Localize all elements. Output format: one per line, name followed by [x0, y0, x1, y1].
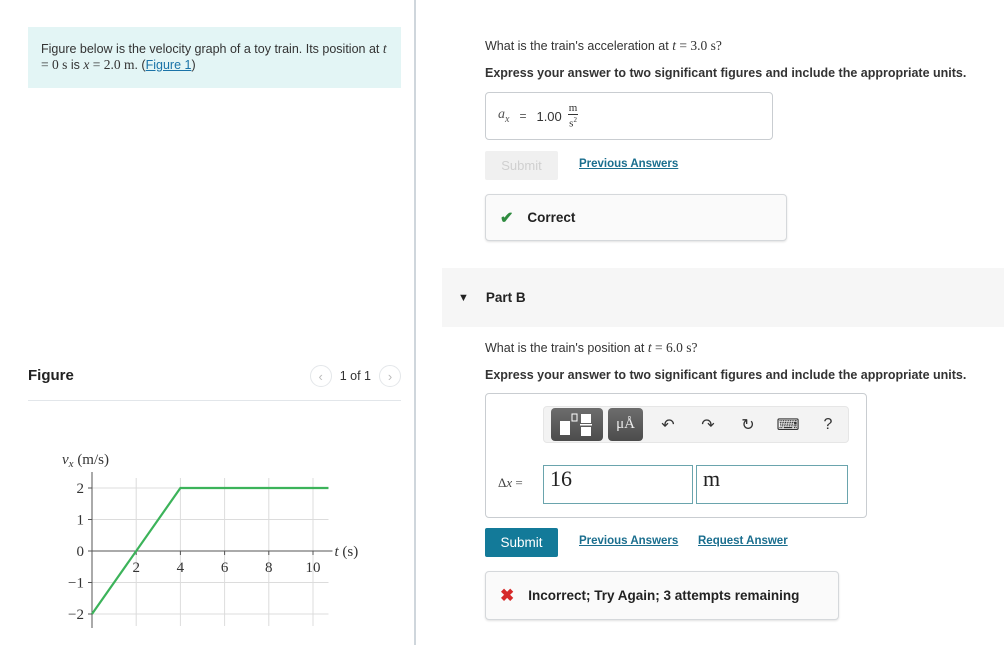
x-tick-label: 8 [265, 560, 273, 576]
part-a-question-text: What is the train's acceleration at [485, 39, 673, 53]
part-b-submit-button[interactable]: Submit [485, 528, 558, 557]
intro-math-x: x = 2.0 m [83, 57, 134, 72]
part-a-feedback-text: Correct [527, 210, 576, 225]
part-a-question-math: t = 3.0 s? [672, 38, 722, 53]
y-tick-label: −1 [68, 576, 84, 592]
chevron-right-icon: › [387, 368, 393, 384]
templates-button[interactable] [551, 408, 603, 441]
part-a-feedback: ✔ Correct [485, 194, 787, 241]
math-toolbar: μÅ ↶ ↷ ↻ ⌨ ? [543, 406, 849, 443]
redo-icon[interactable]: ↷ [688, 415, 728, 435]
help-icon[interactable]: ? [808, 416, 848, 434]
chevron-left-icon: ‹ [318, 368, 323, 384]
intro-text-suffix: . ( [134, 58, 146, 72]
part-a-submit-button: Submit [485, 151, 558, 180]
answer-units-input[interactable]: m [696, 465, 848, 504]
y-tick-label: 0 [77, 544, 85, 560]
part-a-answer-value: 1.00 [536, 108, 562, 124]
request-answer-link[interactable]: Request Answer [698, 535, 788, 547]
part-b-question-math: t = 6.0 s? [648, 340, 698, 355]
undo-icon[interactable]: ↶ [648, 415, 688, 435]
y-tick-label: 2 [77, 481, 85, 497]
next-figure-button[interactable]: › [379, 365, 401, 387]
x-icon: ✖ [500, 585, 515, 605]
part-a-var-name: a [498, 107, 505, 123]
part-b-feedback-text: Incorrect; Try Again; 3 attempts remaini… [528, 588, 800, 603]
prev-figure-button[interactable]: ‹ [309, 365, 332, 387]
right-panel: What is the train's acceleration at t = … [416, 0, 1004, 645]
part-b-question-text: What is the train's position at [485, 341, 648, 355]
part-a-answer-units: m s2 [567, 101, 579, 130]
part-b-equals: = [512, 475, 523, 490]
intro-text-end: ) [191, 58, 196, 72]
part-b-title: Part B [485, 290, 526, 305]
unit-denominator: s2 [569, 115, 577, 130]
part-b-feedback: ✖ Incorrect; Try Again; 3 attempts remai… [485, 571, 839, 620]
part-a-var: ax [498, 107, 509, 125]
part-b-instruction: Express your answer to two significant f… [485, 368, 967, 382]
unit-numerator: m [567, 101, 579, 115]
templates-icon [560, 413, 592, 436]
figure-link[interactable]: Figure 1 [146, 58, 192, 72]
x-tick-label: 4 [177, 560, 185, 576]
x-axis-label: t (s) [334, 544, 358, 560]
pager-text: 1 of 1 [339, 369, 371, 383]
x-tick-label: 2 [132, 560, 140, 576]
keyboard-icon[interactable]: ⌨ [768, 415, 808, 435]
part-b-question: What is the train's position at t = 6.0 … [485, 340, 698, 356]
part-a-equals: = [519, 109, 527, 123]
figure-pager: ‹ 1 of 1 › [309, 365, 401, 387]
part-a-var-sub: x [505, 113, 510, 125]
part-b-answer-box: μÅ ↶ ↷ ↻ ⌨ ? Δx = 16 m [485, 393, 867, 518]
x-tick-label: 6 [221, 560, 229, 576]
part-a-question: What is the train's acceleration at t = … [485, 38, 722, 54]
part-a-instruction: Express your answer to two significant f… [485, 66, 967, 80]
units-button[interactable]: μÅ [608, 408, 643, 441]
y-tick-label: −2 [68, 607, 84, 623]
figure-header: Figure ‹ 1 of 1 › [28, 365, 401, 401]
problem-intro: Figure below is the velocity graph of a … [28, 27, 401, 88]
answer-value-input[interactable]: 16 [543, 465, 693, 504]
part-b-previous-answers-link[interactable]: Previous Answers [579, 535, 678, 547]
intro-text: Figure below is the velocity graph of a … [41, 42, 383, 56]
intro-x-value: = 2.0 m [89, 57, 135, 72]
intro-text-mid: is [67, 58, 84, 72]
check-icon: ✔ [500, 209, 514, 227]
figure-title: Figure [28, 367, 74, 384]
part-b-question-value: = 6.0 s? [651, 340, 698, 355]
units-icon: μÅ [616, 416, 635, 432]
unit-denominator-exp: 2 [573, 115, 577, 124]
caret-down-icon: ▼ [458, 291, 469, 304]
part-b-var-label: Δx = [498, 475, 523, 491]
y-axis-label: vx (m/s) [62, 452, 109, 470]
part-b-header[interactable]: ▼ Part B [442, 268, 1004, 327]
part-a-previous-answers-link[interactable]: Previous Answers [579, 158, 678, 170]
intro-t-value: = 0 s [41, 57, 68, 72]
part-a-answer-box: ax = 1.00 m s2 [485, 92, 773, 140]
x-tick-label: 10 [306, 560, 321, 576]
part-a-question-value: = 3.0 s? [675, 38, 722, 53]
velocity-graph: 210−1−22 4 6 8 10vx (m/s)t (s) [62, 452, 358, 628]
reset-icon[interactable]: ↻ [728, 415, 768, 435]
y-tick-label: 1 [77, 513, 85, 529]
intro-var-t: t [382, 41, 387, 56]
left-panel: Figure below is the velocity graph of a … [0, 0, 415, 645]
